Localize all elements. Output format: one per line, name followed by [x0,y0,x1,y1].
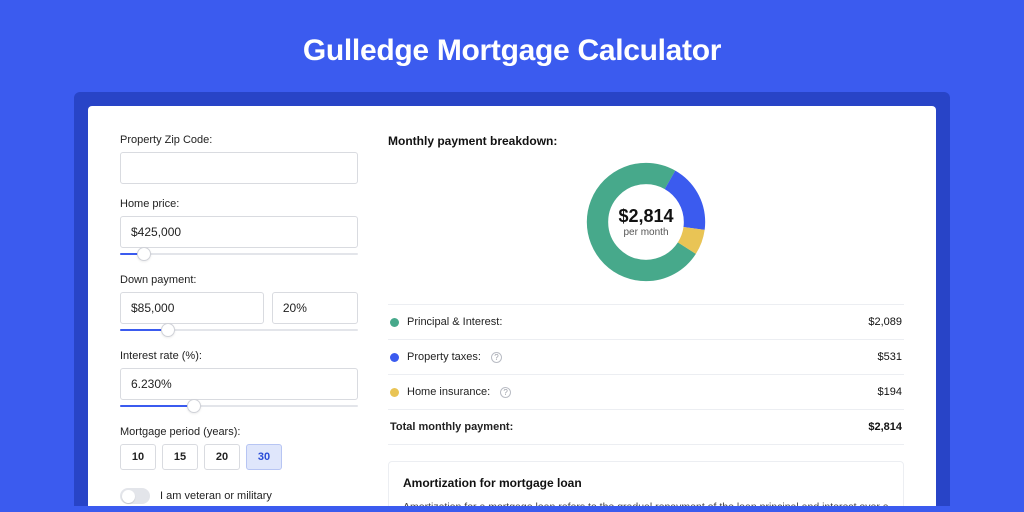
home-price-label: Home price: [120,198,358,210]
slider-thumb[interactable] [137,247,151,261]
breakdown-title: Monthly payment breakdown: [388,134,904,148]
breakdown-total-label: Total monthly payment: [390,421,513,433]
veteran-toggle[interactable] [120,488,150,504]
veteran-label: I am veteran or military [160,490,272,502]
toggle-knob [122,490,135,503]
calculator-card: Property Zip Code: Home price: Down paym… [88,106,936,506]
home-price-field: Home price: [120,198,358,260]
down-payment-pct-input[interactable] [272,292,358,324]
amortization-text: Amortization for a mortgage loan refers … [403,500,889,506]
down-payment-label: Down payment: [120,274,358,286]
home-price-input[interactable] [120,216,358,248]
period-button-20[interactable]: 20 [204,444,240,470]
donut-center: $2,814 per month [582,158,710,286]
down-payment-slider[interactable] [120,322,358,336]
period-button-10[interactable]: 10 [120,444,156,470]
amortization-title: Amortization for mortgage loan [403,476,889,490]
form-column: Property Zip Code: Home price: Down paym… [120,134,358,506]
zip-field: Property Zip Code: [120,134,358,184]
info-icon[interactable]: ? [500,387,511,398]
breakdown-rows: Principal & Interest: $2,089 Property taxe… [388,304,904,445]
interest-label: Interest rate (%): [120,350,358,362]
period-button-15[interactable]: 15 [162,444,198,470]
info-icon[interactable]: ? [491,352,502,363]
legend-dot [390,388,399,397]
breakdown-row-label: Home insurance: [407,386,490,398]
period-label: Mortgage period (years): [120,426,358,438]
down-payment-input[interactable] [120,292,264,324]
breakdown-row-value: $531 [878,351,902,363]
zip-label: Property Zip Code: [120,134,358,146]
interest-input[interactable] [120,368,358,400]
interest-slider[interactable] [120,398,358,412]
interest-field: Interest rate (%): [120,350,358,412]
breakdown-row: Property taxes:? $531 [388,340,904,375]
breakdown-row-value: $2,089 [868,316,902,328]
slider-fill [120,405,194,407]
period-field: Mortgage period (years): 10152030 [120,426,358,470]
breakdown-total-value: $2,814 [868,421,902,433]
zip-input[interactable] [120,152,358,184]
amortization-box: Amortization for mortgage loan Amortizat… [388,461,904,506]
period-button-30[interactable]: 30 [246,444,282,470]
donut-sub: per month [623,227,668,238]
home-price-slider[interactable] [120,246,358,260]
breakdown-row-value: $194 [878,386,902,398]
donut-amount: $2,814 [618,206,673,227]
page-title: Gulledge Mortgage Calculator [0,0,1024,92]
breakdown-column: Monthly payment breakdown: $2,814 per mo… [388,134,904,506]
breakdown-total-row: Total monthly payment: $2,814 [388,410,904,445]
breakdown-row-label: Principal & Interest: [407,316,502,328]
donut-chart: $2,814 per month [582,158,710,286]
breakdown-row: Principal & Interest: $2,089 [388,305,904,340]
breakdown-row-label: Property taxes: [407,351,481,363]
slider-track-line [120,253,358,255]
down-payment-field: Down payment: [120,274,358,336]
slider-thumb[interactable] [161,323,175,337]
donut-chart-wrap: $2,814 per month [388,158,904,286]
veteran-row: I am veteran or military [120,488,358,504]
slider-thumb[interactable] [187,399,201,413]
legend-dot [390,353,399,362]
card-outer: Property Zip Code: Home price: Down paym… [74,92,950,506]
breakdown-row: Home insurance:? $194 [388,375,904,410]
legend-dot [390,318,399,327]
period-buttons: 10152030 [120,444,358,470]
